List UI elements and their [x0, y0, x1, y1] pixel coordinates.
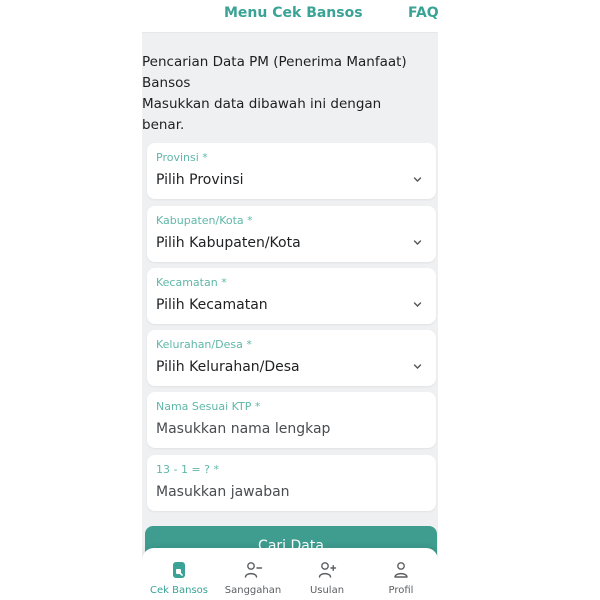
kelurahan-desa-value: Pilih Kelurahan/Desa: [156, 359, 300, 375]
chevron-down-icon: [413, 238, 422, 247]
tab-faq[interactable]: FAQ: [408, 5, 438, 21]
bottom-navigation: Cek Bansos Sanggahan Usulan Profil: [142, 548, 438, 600]
user-plus-icon: [317, 560, 337, 580]
chevron-down-icon: [413, 300, 422, 309]
tab-menu-cek-bansos[interactable]: Menu Cek Bansos: [224, 5, 363, 21]
intro-instruction-line1: Masukkan data dibawah ini dengan: [142, 96, 382, 112]
nama-ktp-label: Nama Sesuai KTP *: [156, 400, 261, 413]
provinsi-label: Provinsi *: [156, 151, 208, 164]
captcha-label: 13 - 1 = ? *: [156, 463, 220, 476]
kelurahan-desa-label: Kelurahan/Desa *: [156, 338, 252, 351]
chevron-down-icon: [413, 175, 422, 184]
nav-cek-bansos[interactable]: Cek Bansos: [142, 548, 216, 600]
intro-text: Pencarian Data PM (Penerima Manfaat) Ban…: [142, 52, 432, 136]
nav-label: Usulan: [309, 585, 345, 596]
nama-ktp-field[interactable]: Nama Sesuai KTP * Masukkan nama lengkap: [147, 392, 436, 448]
kabupaten-kota-value: Pilih Kabupaten/Kota: [156, 235, 301, 251]
nav-sanggahan[interactable]: Sanggahan: [216, 548, 290, 600]
nav-label: Sanggahan: [224, 585, 282, 596]
nav-usulan[interactable]: Usulan: [290, 548, 364, 600]
captcha-field[interactable]: 13 - 1 = ? * Masukkan jawaban: [147, 455, 436, 511]
kecamatan-value: Pilih Kecamatan: [156, 297, 268, 313]
nav-label: Profil: [388, 585, 414, 596]
chevron-down-icon: [413, 362, 422, 371]
document-icon: [169, 560, 189, 580]
user-minus-icon: [243, 560, 263, 580]
user-icon: [391, 560, 411, 580]
kecamatan-label: Kecamatan *: [156, 276, 227, 289]
intro-title-line1: Pencarian Data PM (Penerima Manfaat): [142, 54, 407, 70]
intro-title-line2: Bansos: [142, 75, 191, 91]
provinsi-value: Pilih Provinsi: [156, 172, 244, 188]
intro-instruction-line2: benar.: [142, 117, 185, 133]
captcha-input[interactable]: Masukkan jawaban: [156, 484, 290, 500]
nav-profil[interactable]: Profil: [364, 548, 438, 600]
kabupaten-kota-dropdown[interactable]: Kabupaten/Kota * Pilih Kabupaten/Kota: [147, 206, 436, 262]
provinsi-dropdown[interactable]: Provinsi * Pilih Provinsi: [147, 143, 436, 199]
nama-ktp-input[interactable]: Masukkan nama lengkap: [156, 421, 330, 437]
kecamatan-dropdown[interactable]: Kecamatan * Pilih Kecamatan: [147, 268, 436, 324]
top-navigation: Menu Cek Bansos FAQ: [142, 0, 438, 33]
nav-label: Cek Bansos: [150, 585, 208, 596]
kelurahan-desa-dropdown[interactable]: Kelurahan/Desa * Pilih Kelurahan/Desa: [147, 330, 436, 386]
phone-screen: Menu Cek Bansos FAQ Pencarian Data PM (P…: [142, 0, 438, 600]
kabupaten-kota-label: Kabupaten/Kota *: [156, 214, 253, 227]
